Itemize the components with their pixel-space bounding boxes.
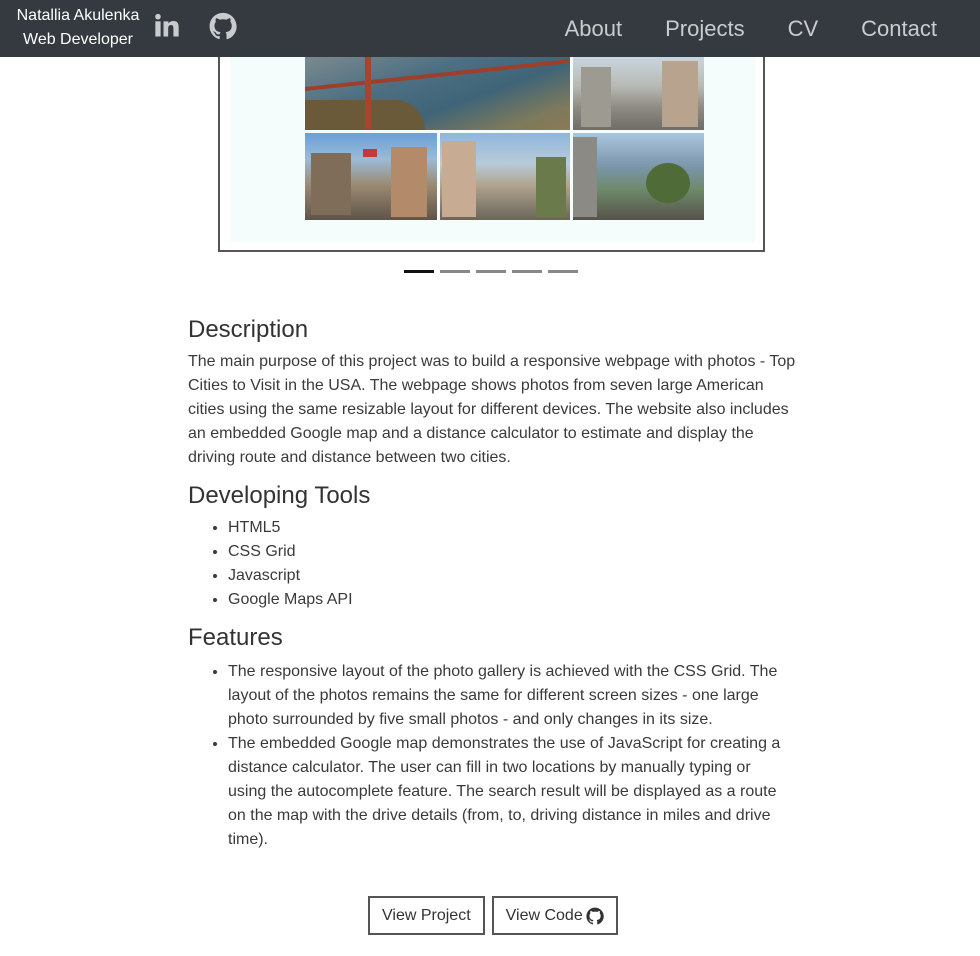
list-item: The embedded Google map demonstrates the… [228, 732, 786, 852]
brand-role: Web Developer [23, 31, 133, 48]
view-project-button[interactable]: View Project [368, 896, 485, 935]
brand-name: Natallia Akulenka [16, 7, 140, 24]
carousel-indicator-4[interactable] [512, 270, 542, 273]
city-street-photo [573, 57, 704, 130]
nav-cv[interactable]: CV [767, 0, 841, 57]
project-details: Description The main purpose of this pro… [188, 314, 798, 852]
nav-about[interactable]: About [544, 0, 645, 57]
nav-contact[interactable]: Contact [840, 0, 980, 57]
list-item: CSS Grid [228, 540, 798, 564]
view-code-label: View Code [505, 907, 583, 924]
carousel-indicators [404, 270, 584, 273]
list-item: The responsive layout of the photo galle… [228, 660, 786, 732]
carousel-slide [230, 57, 755, 242]
carousel-indicator-1[interactable] [404, 270, 434, 273]
carousel-indicator-2[interactable] [440, 270, 470, 273]
features-heading: Features [188, 624, 283, 651]
brand[interactable]: Natallia Akulenka Web Developer [8, 4, 148, 52]
tools-list: HTML5 CSS Grid Javascript Google Maps AP… [188, 516, 798, 612]
carousel-indicator-5[interactable] [548, 270, 578, 273]
bay-view-photo [573, 133, 704, 220]
golden-gate-photo [305, 57, 570, 130]
project-carousel[interactable] [218, 57, 765, 252]
carousel-indicator-3[interactable] [476, 270, 506, 273]
linkedin-icon[interactable] [153, 12, 181, 40]
hill-street-photo [440, 133, 570, 220]
tools-heading: Developing Tools [188, 482, 371, 509]
list-item: Google Maps API [228, 588, 798, 612]
github-icon [586, 907, 604, 924]
view-project-label: View Project [382, 907, 471, 924]
view-code-button[interactable]: View Code [491, 896, 618, 935]
github-icon[interactable] [209, 12, 237, 40]
project-buttons: View Project View Code [368, 896, 625, 935]
nav-links: About Projects CV Contact [544, 0, 980, 57]
list-item: HTML5 [228, 516, 798, 540]
description-text: The main purpose of this project was to … [188, 353, 796, 466]
features-list: The responsive layout of the photo galle… [188, 660, 798, 852]
nav-projects[interactable]: Projects [644, 0, 766, 57]
chinatown-photo [305, 133, 437, 220]
list-item: Javascript [228, 564, 798, 588]
description-heading: Description [188, 316, 309, 343]
navbar: Natallia Akulenka Web Developer About Pr… [0, 0, 980, 57]
